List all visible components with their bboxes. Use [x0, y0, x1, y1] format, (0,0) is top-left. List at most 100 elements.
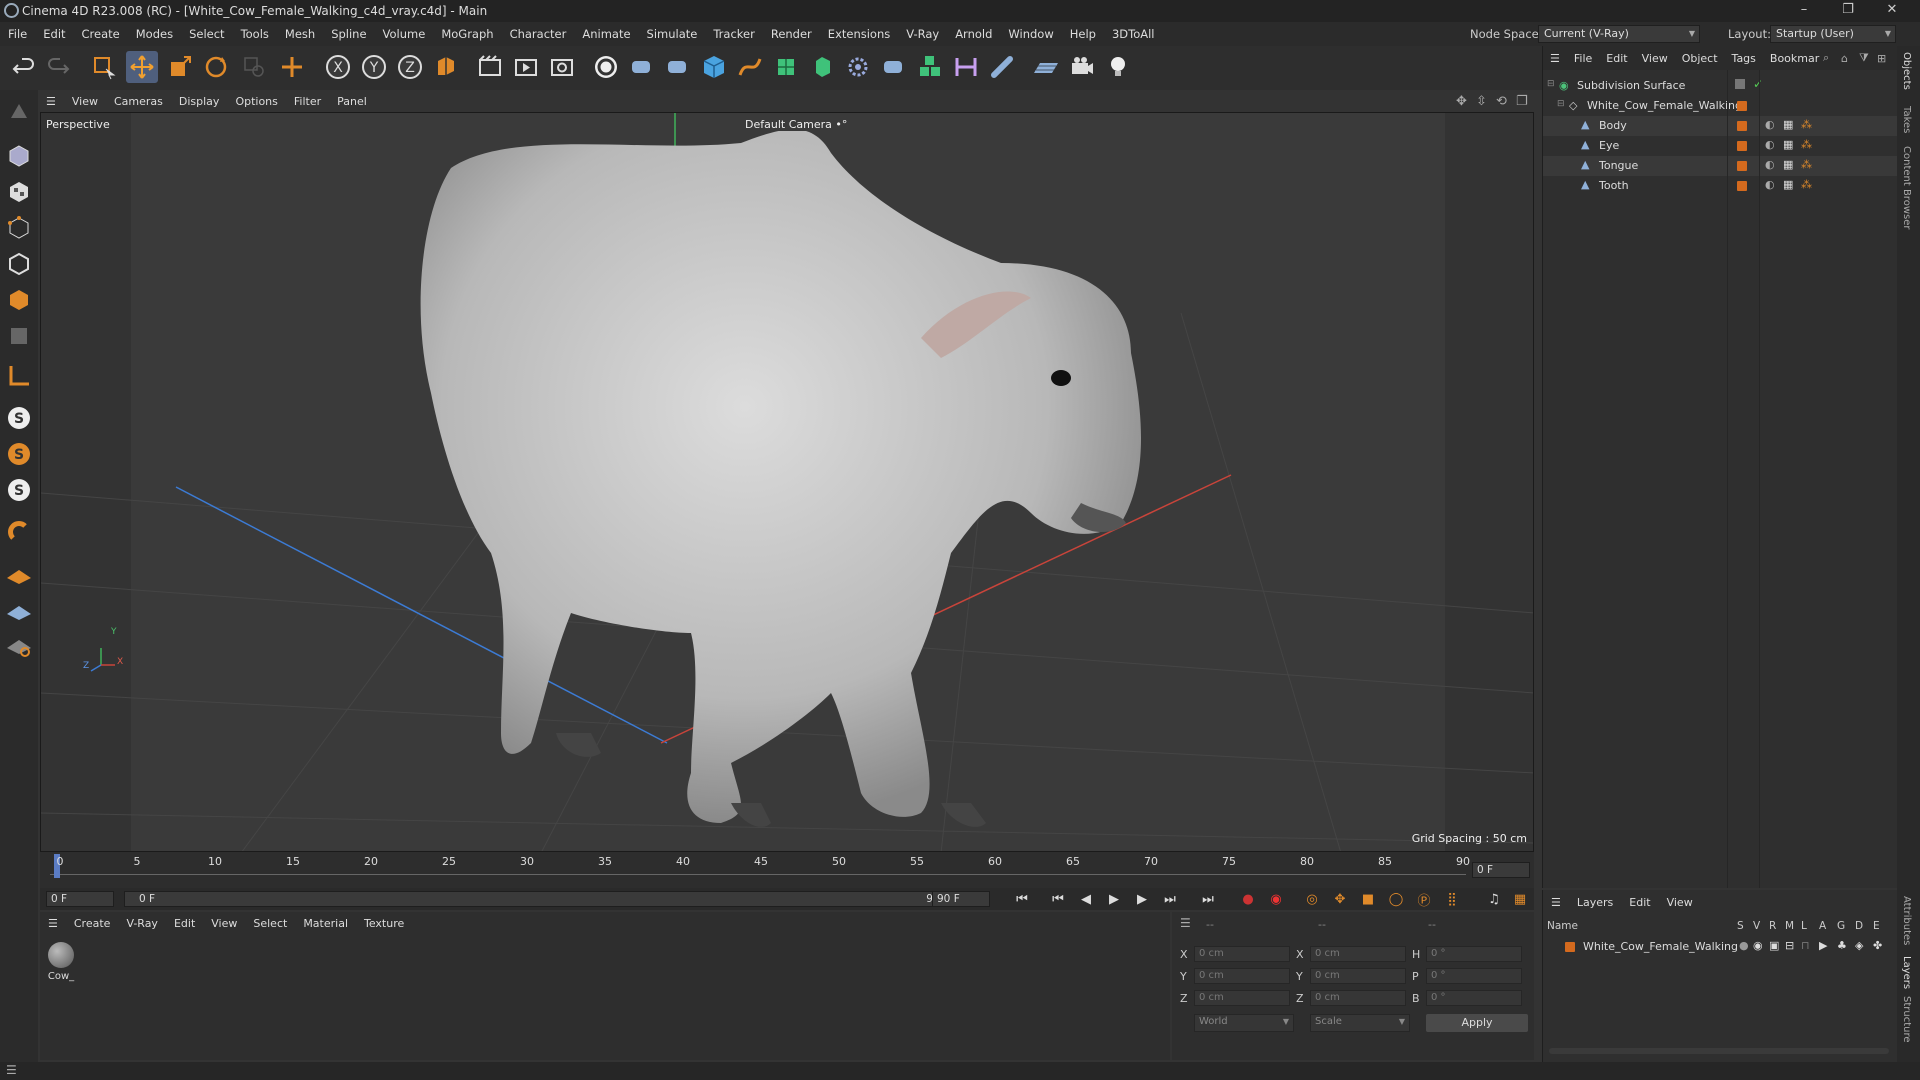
layers-horizontal-scrollbar[interactable]: [1549, 1048, 1889, 1054]
object-row-tooth[interactable]: ▲ Tooth ◐ ▦ ⁂: [1543, 176, 1898, 196]
viewport-maximize-icon[interactable]: ❐: [1516, 94, 1528, 109]
snap-settings-icon[interactable]: S: [3, 438, 35, 470]
key-scale-icon[interactable]: ■: [1356, 888, 1380, 910]
object-row-tongue[interactable]: ▲ Tongue ◐ ▦ ⁂: [1543, 156, 1898, 176]
last-tool-icon[interactable]: [238, 51, 270, 83]
key-parameter-icon[interactable]: Ⓟ: [1412, 888, 1436, 910]
viewport-hamburger-icon[interactable]: ☰: [38, 95, 64, 108]
object-menu-edit[interactable]: Edit: [1599, 52, 1634, 65]
texture-tag-icon[interactable]: ▦: [1783, 178, 1793, 191]
render-view-icon[interactable]: [474, 51, 506, 83]
material-tag-icon[interactable]: ◐: [1765, 158, 1775, 171]
magnet-icon[interactable]: [3, 516, 35, 548]
menu-vray[interactable]: V-Ray: [898, 22, 947, 46]
object-row-subdivision-surface[interactable]: ⊟ ◉ Subdivision Surface ✓: [1543, 76, 1898, 96]
texture-tag-icon[interactable]: ▦: [1783, 158, 1793, 171]
solo-icon[interactable]: ●: [1739, 939, 1749, 952]
3d-viewport[interactable]: Perspective Default Camera •° Y X Z Grid…: [40, 112, 1534, 852]
tab-objects[interactable]: Objects: [1901, 52, 1912, 90]
menu-character[interactable]: Character: [502, 22, 575, 46]
coordinate-space-dropdown[interactable]: World ▼: [1194, 1014, 1294, 1032]
key-rotation-icon[interactable]: ◯: [1384, 888, 1408, 910]
material-menu-texture[interactable]: Texture: [356, 917, 412, 930]
menu-volume[interactable]: Volume: [375, 22, 434, 46]
menu-create[interactable]: Create: [74, 22, 128, 46]
camera-icon[interactable]: [1066, 51, 1098, 83]
menu-extensions[interactable]: Extensions: [820, 22, 898, 46]
quantize-icon[interactable]: S: [3, 474, 35, 506]
key-position-icon[interactable]: ✥: [1328, 888, 1352, 910]
menu-mesh[interactable]: Mesh: [277, 22, 323, 46]
goto-start-icon[interactable]: ⏮: [1010, 888, 1034, 910]
collapse-icon[interactable]: ⊟: [1547, 79, 1555, 89]
node-space-dropdown[interactable]: Current (V-Ray) ▼: [1538, 25, 1700, 43]
render-picture-viewer-icon[interactable]: [510, 51, 542, 83]
points-mode-icon[interactable]: [3, 212, 35, 244]
workplane-icon[interactable]: [3, 558, 35, 590]
cube-icon[interactable]: [698, 51, 730, 83]
object-menu-bookmarks[interactable]: Bookmar: [1763, 52, 1826, 65]
pen-icon[interactable]: [734, 51, 766, 83]
redo-icon[interactable]: [42, 51, 74, 83]
y-axis-icon[interactable]: Y: [358, 51, 390, 83]
keyframe-selection-icon[interactable]: ◎: [1300, 888, 1324, 910]
current-frame-field[interactable]: 0 F: [1472, 862, 1530, 878]
phong-tag-icon[interactable]: ⁂: [1801, 178, 1812, 191]
locked-workplane-icon[interactable]: [3, 630, 35, 662]
object-row-eye[interactable]: ▲ Eye ◐ ▦ ⁂: [1543, 136, 1898, 156]
layers-menu-view[interactable]: View: [1659, 896, 1701, 909]
collapse-icon[interactable]: ⊟: [1557, 99, 1565, 109]
extrude-icon[interactable]: [806, 51, 838, 83]
goto-prev-key-icon[interactable]: ⏮: [1046, 888, 1070, 910]
material-hamburger-icon[interactable]: ☰: [40, 917, 66, 930]
restore-button[interactable]: ❐: [1826, 0, 1870, 22]
goto-end-icon[interactable]: ⏭: [1196, 888, 1220, 910]
tab-takes[interactable]: Takes: [1901, 106, 1912, 133]
menu-render[interactable]: Render: [763, 22, 820, 46]
python-icon-2[interactable]: [662, 51, 694, 83]
object-menu-file[interactable]: File: [1567, 52, 1599, 65]
object-hamburger-icon[interactable]: ☰: [1543, 52, 1567, 65]
status-menu-icon[interactable]: ☰: [6, 1063, 17, 1077]
menu-spline[interactable]: Spline: [323, 22, 374, 46]
deformer-icon[interactable]: ◈: [1855, 939, 1863, 952]
grid-icon[interactable]: [3, 594, 35, 626]
cow-model[interactable]: [420, 129, 1141, 827]
axis-mode-icon[interactable]: [3, 360, 35, 392]
texture-tag-icon[interactable]: ▦: [1783, 138, 1793, 151]
move-icon[interactable]: [126, 51, 158, 83]
object-menu-tags[interactable]: Tags: [1725, 52, 1763, 65]
timeline-layout-icon[interactable]: ▦: [1508, 888, 1532, 910]
object-menu-object[interactable]: Object: [1675, 52, 1725, 65]
menu-3dtoall[interactable]: 3DToAll: [1104, 22, 1163, 46]
apply-button[interactable]: Apply: [1426, 1014, 1528, 1032]
subdivision-icon[interactable]: [770, 51, 802, 83]
menu-mograph[interactable]: MoGraph: [433, 22, 501, 46]
material-tag-icon[interactable]: ◐: [1765, 178, 1775, 191]
menu-tools[interactable]: Tools: [233, 22, 277, 46]
menu-animate[interactable]: Animate: [574, 22, 638, 46]
object-row-white-cow[interactable]: ⊟ ◇ White_Cow_Female_Walking: [1543, 96, 1898, 116]
python-icon[interactable]: [626, 51, 658, 83]
spline-icon[interactable]: [986, 51, 1018, 83]
goto-next-key-icon[interactable]: ⏭: [1158, 888, 1182, 910]
make-editable-icon[interactable]: [3, 96, 35, 128]
menu-window[interactable]: Window: [1000, 22, 1061, 46]
live-selection-icon[interactable]: [88, 51, 120, 83]
uv-mode-icon[interactable]: [3, 320, 35, 352]
key-pla-icon[interactable]: ⣿: [1440, 888, 1464, 910]
render-icon[interactable]: ▣: [1769, 939, 1779, 952]
lock-icon[interactable]: ⊓: [1801, 939, 1810, 952]
layers-menu-edit[interactable]: Edit: [1621, 896, 1658, 909]
manager-icon[interactable]: ⊟: [1785, 939, 1794, 952]
position-y-field[interactable]: 0 cm: [1194, 968, 1290, 984]
layout-dropdown[interactable]: Startup (User) ▼: [1770, 25, 1896, 43]
deformer-icon[interactable]: [950, 51, 982, 83]
menu-arnold[interactable]: Arnold: [947, 22, 1000, 46]
z-axis-icon[interactable]: Z: [394, 51, 426, 83]
material-menu-select[interactable]: Select: [245, 917, 295, 930]
viewport-move-icon[interactable]: ✥: [1456, 94, 1467, 109]
material-tag-icon[interactable]: ◐: [1765, 138, 1775, 151]
mograph-icon[interactable]: [914, 51, 946, 83]
expression-icon[interactable]: ✤: [1873, 939, 1882, 952]
